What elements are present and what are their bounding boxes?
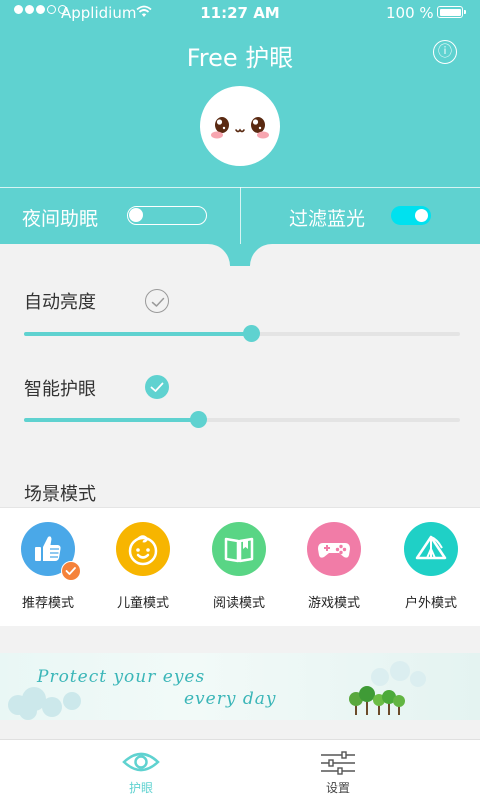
smart-eye-thumb[interactable] [190,411,207,428]
scene-label: 推荐模式 [21,596,74,611]
check-icon [150,382,164,392]
check-icon [151,297,165,307]
tab-label: 设置 [325,781,350,795]
cute-face-icon [211,117,269,139]
book-icon [224,537,254,563]
scene-label: 户外模式 [404,596,457,611]
tab-settings[interactable]: 设置 [298,745,378,797]
avatar[interactable] [200,86,280,166]
scene-child-button[interactable] [116,522,170,576]
tab-label: 护眼 [128,781,153,795]
scene-label: 游戏模式 [307,596,360,611]
night-sleep-label: 夜间助眠 [22,208,99,230]
auto-brightness-checkbox[interactable] [145,289,169,313]
night-sleep-toggle[interactable] [127,206,207,225]
auto-brightness-fill [24,332,251,336]
smart-eye-label: 智能护眼 [24,379,96,400]
auto-brightness-thumb[interactable] [243,325,260,342]
blue-filter-label: 过滤蓝光 [289,208,366,230]
tent-icon [415,535,447,560]
auto-brightness-label: 自动亮度 [24,292,96,313]
banner-text-line2: every day [184,689,277,709]
status-bar: Applidium 11:27 AM 100 % [0,0,480,26]
selected-badge [61,561,81,581]
page-title: Free 护眼 [186,44,294,72]
blue-filter-toggle[interactable] [391,206,431,225]
scene-game-button[interactable] [307,522,361,576]
scene-label: 阅读模式 [212,596,265,611]
eye-icon [122,752,160,772]
scene-mode-title: 场景模式 [24,484,96,505]
tab-eye-care[interactable]: 护眼 [101,745,181,797]
scene-read-button[interactable] [212,522,266,576]
battery-percent: 100 % [386,4,434,22]
scene-outdoor-button[interactable] [404,522,458,576]
sliders-icon [321,751,355,775]
info-icon[interactable]: ⓘ [433,40,457,64]
battery-icon [437,6,466,18]
bottom-tab-bar [0,739,480,801]
scene-label: 儿童模式 [116,596,169,611]
gamepad-icon [318,543,350,558]
check-icon [65,567,76,575]
smart-eye-checkbox[interactable] [145,375,169,399]
banner-text-line1: Protect your eyes [37,667,206,687]
smart-eye-fill [24,418,198,422]
child-face-icon [128,535,158,566]
toggle-divider [240,187,241,244]
